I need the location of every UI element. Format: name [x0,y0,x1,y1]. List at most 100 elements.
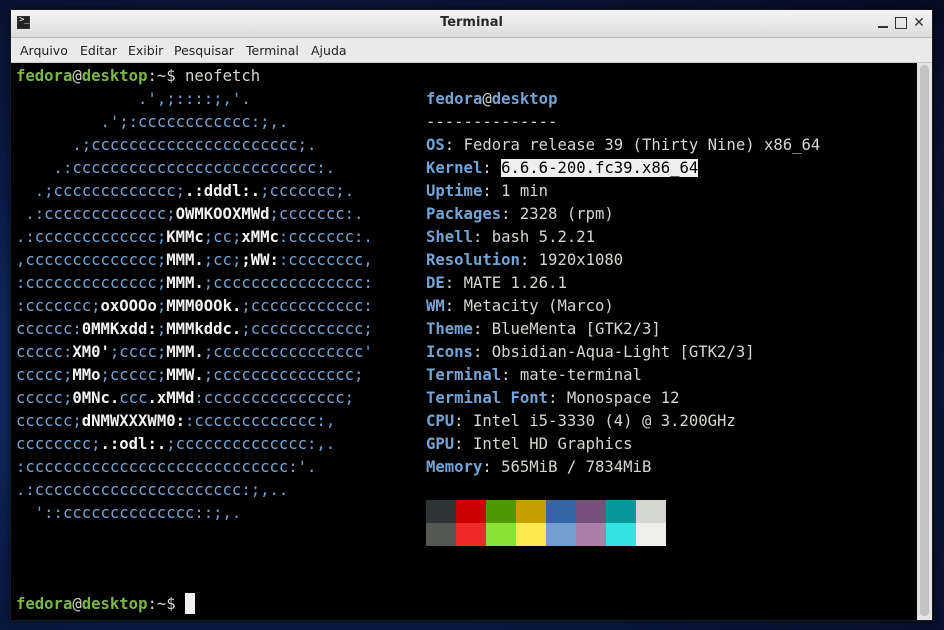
menu-exibir[interactable]: Exibir [128,43,163,58]
palette-swatch [576,523,606,546]
logo-segment: ;cccc; [109,343,167,361]
logo-segment: .;cccccccccccccccccccccc;. [16,136,317,154]
info-label-separator: : [482,182,502,200]
logo-segment: ;cccccccccccc; [241,320,373,338]
info-header: fedora@desktop [426,88,557,111]
menu-editar[interactable]: Editar [80,43,117,58]
info-value: Intel i5-3330 (4) @ 3.200GHz [472,412,736,430]
prompt-host: desktop [81,67,148,85]
logo-line: ccccc;MMo;ccccc;MMW.;ccccccccccccccc; [16,364,363,387]
info-row: Resolution: 1920x1080 [426,249,623,272]
info-row: OS: Fedora release 39 (Thirty Nine) x86_… [426,134,820,157]
close-icon[interactable]: ✕ [911,14,927,32]
info-row: Theme: BlueMenta [GTK2/3] [426,318,661,341]
info-label: WM [426,297,445,315]
logo-segment: .xMMd [147,389,195,407]
menu-terminal[interactable]: Terminal [246,43,299,58]
scrollbar-thumb[interactable] [920,65,929,616]
logo-line: '::cccccccccccccc::;,. [16,502,242,525]
info-row: Shell: bash 5.2.21 [426,226,595,249]
logo-segment: xMMc [241,228,279,246]
menu-ajuda[interactable]: Ajuda [311,43,347,58]
logo-segment: ccccc; [16,389,73,407]
logo-segment: ;cccccccccccccc:,. [166,435,336,453]
logo-line: ccccc:XM0';cccc;MMM.;cccccccccccccccc' [16,341,373,364]
logo-segment: .:ccccccccccccc; [16,205,176,223]
logo-line: :ccccccc;oxOOOo;MMM0OOk.;cccccccccccc: [16,295,373,318]
logo-segment: :ccccccc:. [278,228,373,246]
palette-swatch [606,500,636,523]
palette-swatch [546,500,576,523]
info-value: 2328 (rpm) [519,205,614,223]
logo-segment: .:cccccccccccccccccccccccccc:. [16,159,336,177]
logo-line: .:cccccccccccccccccccccccccc:. [16,157,336,180]
logo-segment: cccccc; [16,412,82,430]
logo-segment: MMM0OOk. [166,297,242,315]
info-user: fedora [426,90,483,108]
active-prompt-line[interactable]: fedora@desktop:~$ [16,593,196,616]
menu-pesquisar[interactable]: Pesquisar [174,43,234,58]
info-row: Terminal Font: Monospace 12 [426,387,680,410]
palette-swatch [516,500,546,523]
logo-segment: ccc [119,389,148,407]
info-value: Fedora release 39 (Thirty Nine) x86_64 [463,136,821,154]
text-cursor [185,593,196,614]
vertical-scrollbar[interactable] [917,63,932,620]
info-host: desktop [491,90,558,108]
logo-segment: XM0' [72,343,110,361]
logo-line: :cccccccccccccc;MMM.;cccccccccccccccc: [16,272,373,295]
prompt-path: :~$ [147,67,186,85]
info-value: 1920x1080 [538,251,624,269]
logo-line: .;cccccccccccccccccccccc;. [16,134,316,157]
info-value: 565MiB / 7834MiB [501,458,652,476]
info-label-separator: : [444,297,464,315]
info-value: Obsidian-Aqua-Light [GTK2/3] [491,343,755,361]
info-label: Theme [426,320,473,338]
info-value: BlueMenta [GTK2/3] [491,320,661,338]
logo-line: cccccccc;.:odl:.;cccccccccccccc:,. [16,433,335,456]
logo-line: cccccc;dNMWXXXWM0::ccccccccccccc:, [16,410,335,433]
info-row: GPU: Intel HD Graphics [426,433,633,456]
terminal-window: >_ Terminal ✕ Arquivo Editar Exibir Pesq… [10,9,933,621]
info-value: 1 min [501,182,549,200]
info-label: OS [426,136,445,154]
logo-segment: KMMc [166,228,204,246]
info-label-separator: : [519,251,539,269]
info-label: Uptime [426,182,483,200]
terminal-output[interactable]: fedora@desktop:~$ neofetch .',;::::;,'. … [11,63,917,620]
minimize-icon[interactable] [875,14,891,32]
command-prompt-line: fedora@desktop:~$ neofetch [16,65,260,88]
logo-segment: ;WW: [241,251,279,269]
info-label-separator: : [501,205,520,223]
logo-line: .:ccccccccccccc;OWMKOOXMWd;ccccccc:. [16,203,363,226]
palette-swatch [546,523,576,546]
logo-segment: .:odl:. [100,435,167,453]
logo-segment: cccccccc; [16,435,101,453]
logo-line: .';:cccccccccccc:;,. [16,111,288,134]
info-label-separator: : [548,389,567,407]
palette-swatch [636,523,666,546]
info-value[interactable]: 6.6.6-200.fc39.x86_64 [501,159,699,177]
logo-segment: ;cccccccccccccccc' [203,343,373,361]
logo-segment: :cccccccc, [278,251,373,269]
logo-segment: :cccccccccccccccccccccccccccc:'. [16,458,317,476]
title-bar[interactable]: >_ Terminal ✕ [11,10,932,38]
logo-segment: ;cc; [203,251,242,269]
window-title: Terminal [440,15,503,30]
logo-segment: ccccc: [16,343,73,361]
menu-arquivo[interactable]: Arquivo [20,43,68,58]
info-label: DE [426,274,445,292]
logo-line: .:cccccccccccccccccccccc:;,.. [16,479,288,502]
logo-segment: ,cccccccccccccc; [16,251,167,269]
logo-line: .',;::::;,'. [16,88,251,111]
maximize-icon[interactable] [893,14,909,32]
info-value: MATE 1.26.1 [463,274,567,292]
logo-segment: MMo [72,366,101,384]
logo-segment: ;ccccccccccccccc; [203,366,364,384]
info-label: Kernel [426,159,483,177]
logo-segment: ;ccccc; [100,366,167,384]
info-label: Memory [426,458,483,476]
logo-segment: oxOOOo [100,297,157,315]
logo-segment: MMM. [166,251,204,269]
info-row: Packages: 2328 (rpm) [426,203,614,226]
